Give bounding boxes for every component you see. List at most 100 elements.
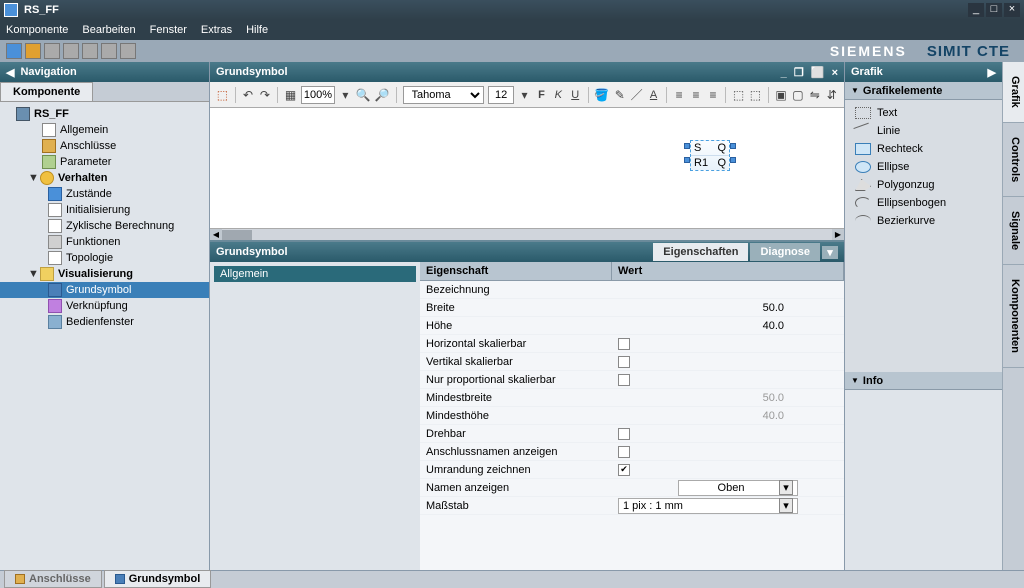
btab-grundsymbol[interactable]: Grundsymbol [104, 570, 212, 588]
tree-zustaende[interactable]: Zustände [0, 186, 209, 202]
tree-topologie[interactable]: Topologie [0, 250, 209, 266]
symbol-preview[interactable]: SQ R1Q [690, 140, 730, 171]
paste-icon[interactable] [101, 43, 117, 59]
zoom-input[interactable] [301, 86, 335, 104]
menu-komponente[interactable]: Komponente [6, 24, 68, 36]
tree-grundsymbol[interactable]: Grundsymbol [0, 282, 209, 298]
flip-v-icon[interactable]: ⇵ [825, 86, 838, 104]
chk-vskal[interactable] [618, 356, 630, 368]
pin-s[interactable] [684, 143, 690, 149]
send-back-icon[interactable]: ▢ [792, 86, 805, 104]
expand-icon[interactable]: ▶ [988, 66, 996, 79]
dropdown-icon[interactable]: ▾ [779, 480, 793, 495]
menu-bearbeiten[interactable]: Bearbeiten [82, 24, 135, 36]
zoom-in-icon[interactable]: 🔍 [356, 86, 371, 104]
group-icon[interactable]: ⬚ [732, 86, 745, 104]
chk-anschluss[interactable] [618, 446, 630, 458]
rtab-controls[interactable]: Controls [1003, 123, 1024, 197]
gfx-rechteck[interactable]: Rechteck [845, 140, 1002, 158]
tree-visualisierung[interactable]: ▼Visualisierung [0, 266, 209, 282]
val-breite[interactable]: 50.0 [612, 302, 844, 314]
tree-funktionen[interactable]: Funktionen [0, 234, 209, 250]
flip-h-icon[interactable]: ⇋ [808, 86, 821, 104]
tree-bedienfenster[interactable]: Bedienfenster [0, 314, 209, 330]
properties-dropdown-icon[interactable]: ▾ [822, 246, 838, 259]
delete-icon[interactable] [120, 43, 136, 59]
tree-anschluesse[interactable]: Anschlüsse [0, 138, 209, 154]
close-button[interactable]: × [1004, 3, 1020, 17]
underline-icon[interactable]: U [569, 86, 582, 104]
gfx-ellipse[interactable]: Ellipse [845, 158, 1002, 176]
info-header[interactable]: ▼Info [845, 372, 1002, 390]
tab-diagnose[interactable]: Diagnose [750, 243, 820, 261]
props-nav-allgemein[interactable]: Allgemein [214, 266, 416, 282]
font-size-input[interactable] [488, 86, 514, 104]
tree-allgemein[interactable]: Allgemein [0, 122, 209, 138]
open-icon[interactable] [25, 43, 41, 59]
fill-color-icon[interactable]: 🪣 [594, 86, 609, 104]
bold-icon[interactable]: F [535, 86, 548, 104]
menu-extras[interactable]: Extras [201, 24, 232, 36]
canvas[interactable]: SQ R1Q ◀ ▶ [210, 108, 844, 240]
redo-icon[interactable]: ↷ [259, 86, 272, 104]
tree-root[interactable]: RS_FF [0, 106, 209, 122]
expand-icon[interactable]: ▼ [28, 268, 38, 280]
align-right-icon[interactable]: ≡ [707, 86, 720, 104]
font-color-icon[interactable]: A [647, 86, 660, 104]
font-size-dropdown-icon[interactable]: ▾ [518, 86, 531, 104]
tab-eigenschaften[interactable]: Eigenschaften [653, 243, 748, 261]
gfx-bogen[interactable]: Ellipsenbogen [845, 194, 1002, 212]
menu-fenster[interactable]: Fenster [150, 24, 187, 36]
line-color-icon[interactable]: ✎ [613, 86, 626, 104]
font-select[interactable]: Tahoma [403, 86, 485, 104]
pin-q[interactable] [730, 143, 736, 149]
grafikelemente-header[interactable]: ▼Grafikelemente [845, 82, 1002, 100]
gfx-bezier[interactable]: Bezierkurve [845, 212, 1002, 230]
tree-parameter[interactable]: Parameter [0, 154, 209, 170]
bring-front-icon[interactable]: ▣ [775, 86, 788, 104]
copy-icon[interactable] [82, 43, 98, 59]
btab-anschluesse[interactable]: Anschlüsse [4, 570, 102, 588]
expand-icon[interactable]: ▼ [28, 172, 38, 184]
tab-komponente[interactable]: Komponente [0, 82, 93, 101]
ungroup-icon[interactable]: ⬚ [749, 86, 762, 104]
chk-drehbar[interactable] [618, 428, 630, 440]
new-icon[interactable] [6, 43, 22, 59]
scroll-left-icon[interactable]: ◀ [210, 229, 222, 240]
dropdown-icon[interactable]: ▾ [779, 498, 793, 513]
maximize-button[interactable]: □ [986, 3, 1002, 17]
chk-hskal[interactable] [618, 338, 630, 350]
save-icon[interactable] [44, 43, 60, 59]
scrollbar-thumb[interactable] [222, 230, 252, 240]
horizontal-scrollbar[interactable]: ◀ ▶ [210, 228, 844, 240]
pin-qn[interactable] [730, 157, 736, 163]
gfx-polygon[interactable]: Polygonzug [845, 176, 1002, 194]
chk-umrandung[interactable]: ✔ [618, 464, 630, 476]
sel-namen[interactable]: Oben▾ [678, 480, 798, 496]
sel-massstab[interactable]: 1 pix : 1 mm▾ [618, 498, 798, 514]
gfx-text[interactable]: Text [845, 104, 1002, 122]
chk-pskal[interactable] [618, 374, 630, 386]
scroll-right-icon[interactable]: ▶ [832, 229, 844, 240]
grid-icon[interactable]: ▦ [284, 86, 297, 104]
pin-r1[interactable] [684, 157, 690, 163]
undo-icon[interactable]: ↶ [242, 86, 255, 104]
doc-close-icon[interactable]: × [832, 67, 838, 79]
menu-hilfe[interactable]: Hilfe [246, 24, 268, 36]
tree-verknuepfung[interactable]: Verknüpfung [0, 298, 209, 314]
tree-verhalten[interactable]: ▼Verhalten [0, 170, 209, 186]
zoom-out-icon[interactable]: 🔎 [375, 86, 390, 104]
rtab-signale[interactable]: Signale [1003, 197, 1024, 265]
cut-icon[interactable] [63, 43, 79, 59]
doc-minimize-icon[interactable]: _ [781, 67, 787, 79]
rtab-komponenten[interactable]: Komponenten [1003, 265, 1024, 368]
tree-zyklisch[interactable]: Zyklische Berechnung [0, 218, 209, 234]
italic-icon[interactable]: K [552, 86, 565, 104]
val-hoehe[interactable]: 40.0 [612, 320, 844, 332]
insert-icon[interactable]: ⬚ [216, 86, 229, 104]
gfx-linie[interactable]: Linie [845, 122, 1002, 140]
tree-initialisierung[interactable]: Initialisierung [0, 202, 209, 218]
doc-restore-icon[interactable]: ❐ [794, 67, 804, 79]
doc-maximize-icon[interactable]: ⬜ [811, 67, 825, 79]
line-style-icon[interactable]: ／ [630, 86, 643, 104]
